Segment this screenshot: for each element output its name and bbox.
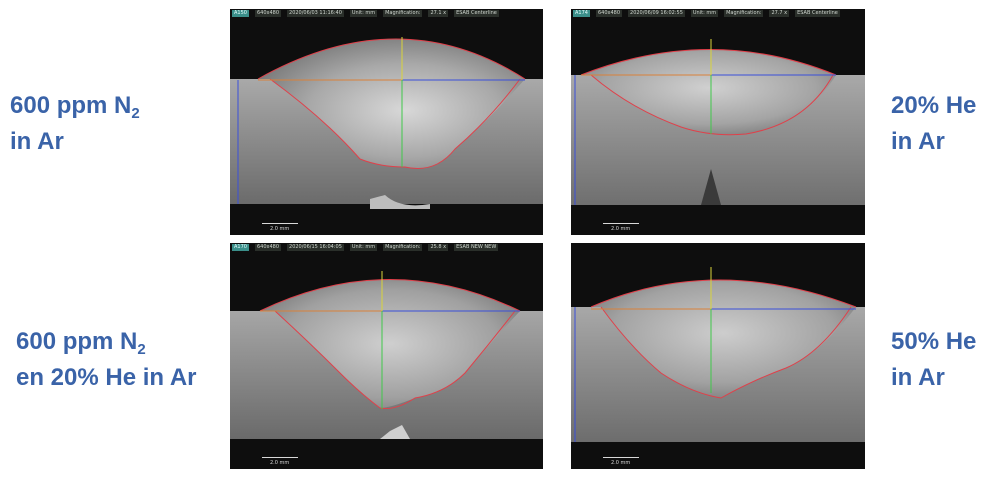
- label-line: 600 ppm N: [10, 92, 132, 119]
- datetime: 2020/06/09 16:02:55: [628, 10, 685, 17]
- datetime: 2020/06/03 11:16:40: [287, 10, 344, 17]
- resolution: 640x480: [595, 10, 623, 17]
- tag: ESAB NEW NEW: [454, 244, 499, 251]
- scale-bar: 2.0 mm: [603, 223, 639, 232]
- scale-label: 2.0 mm: [270, 226, 290, 232]
- magnification-label: Magnification:: [383, 244, 423, 251]
- subscript: 2: [131, 105, 140, 122]
- label-line: 20% He: [891, 92, 977, 119]
- tag: ESAB Centerline: [795, 10, 840, 17]
- resolution: 640x480: [254, 10, 282, 17]
- scale-label: 2.0 mm: [611, 226, 631, 232]
- magnification-label: Magnification:: [724, 10, 764, 17]
- resolution: 640x480: [254, 244, 282, 251]
- panel-header: A150 640x480 2020/06/03 11:16:40 Unit: m…: [230, 9, 499, 18]
- panel-header: A174 640x480 2020/06/09 16:02:55 Unit: m…: [571, 9, 840, 18]
- sample-id: A170: [232, 244, 249, 251]
- label-line: en 20% He in Ar: [16, 364, 197, 391]
- subscript: 2: [137, 341, 146, 358]
- weld-macrograph: [571, 243, 865, 469]
- label-20-he-in-ar: 20% He in Ar: [891, 88, 976, 160]
- scale-label: 2.0 mm: [611, 460, 631, 466]
- macrograph-panel-top-left: A150 640x480 2020/06/03 11:16:40 Unit: m…: [230, 9, 543, 235]
- weld-macrograph: [230, 243, 543, 469]
- unit: Unit: mm: [349, 10, 378, 17]
- weld-macrograph: [230, 9, 543, 235]
- label-line: 50% He: [891, 328, 977, 355]
- panel-header: A170 640x480 2020/06/15 16:04:05 Unit: m…: [230, 243, 499, 252]
- unit: Unit: mm: [690, 10, 719, 17]
- label-line: 600 ppm N: [16, 328, 138, 355]
- datetime: 2020/06/15 16:04:05: [287, 244, 344, 251]
- sample-id: A174: [573, 10, 590, 17]
- magnification-value: 25.8 x: [428, 244, 449, 251]
- tag: ESAB Centerline: [454, 10, 499, 17]
- sample-id: A150: [232, 10, 249, 17]
- magnification-label: Magnification:: [383, 10, 423, 17]
- label-line: in Ar: [10, 128, 64, 155]
- label-line: in Ar: [891, 364, 945, 391]
- label-line: in Ar: [891, 128, 945, 155]
- macrograph-panel-top-right: A174 640x480 2020/06/09 16:02:55 Unit: m…: [571, 9, 865, 235]
- magnification-value: 27.1 x: [428, 10, 449, 17]
- weld-macrograph: [571, 9, 865, 235]
- magnification-value: 27.7 x: [769, 10, 790, 17]
- unit: Unit: mm: [349, 244, 378, 251]
- label-600ppm-n2-in-ar: 600 ppm N2 in Ar: [10, 88, 140, 160]
- scale-bar: 2.0 mm: [262, 457, 298, 466]
- scale-bar: 2.0 mm: [262, 223, 298, 232]
- scale-bar: 2.0 mm: [603, 457, 639, 466]
- macrograph-panel-bottom-right: 2.0 mm: [571, 243, 865, 469]
- label-600ppm-n2-en-20-he-in-ar: 600 ppm N2 en 20% He in Ar: [16, 324, 197, 396]
- label-50-he-in-ar: 50% He in Ar: [891, 324, 976, 396]
- macrograph-panel-bottom-left: A170 640x480 2020/06/15 16:04:05 Unit: m…: [230, 243, 543, 469]
- scale-label: 2.0 mm: [270, 460, 290, 466]
